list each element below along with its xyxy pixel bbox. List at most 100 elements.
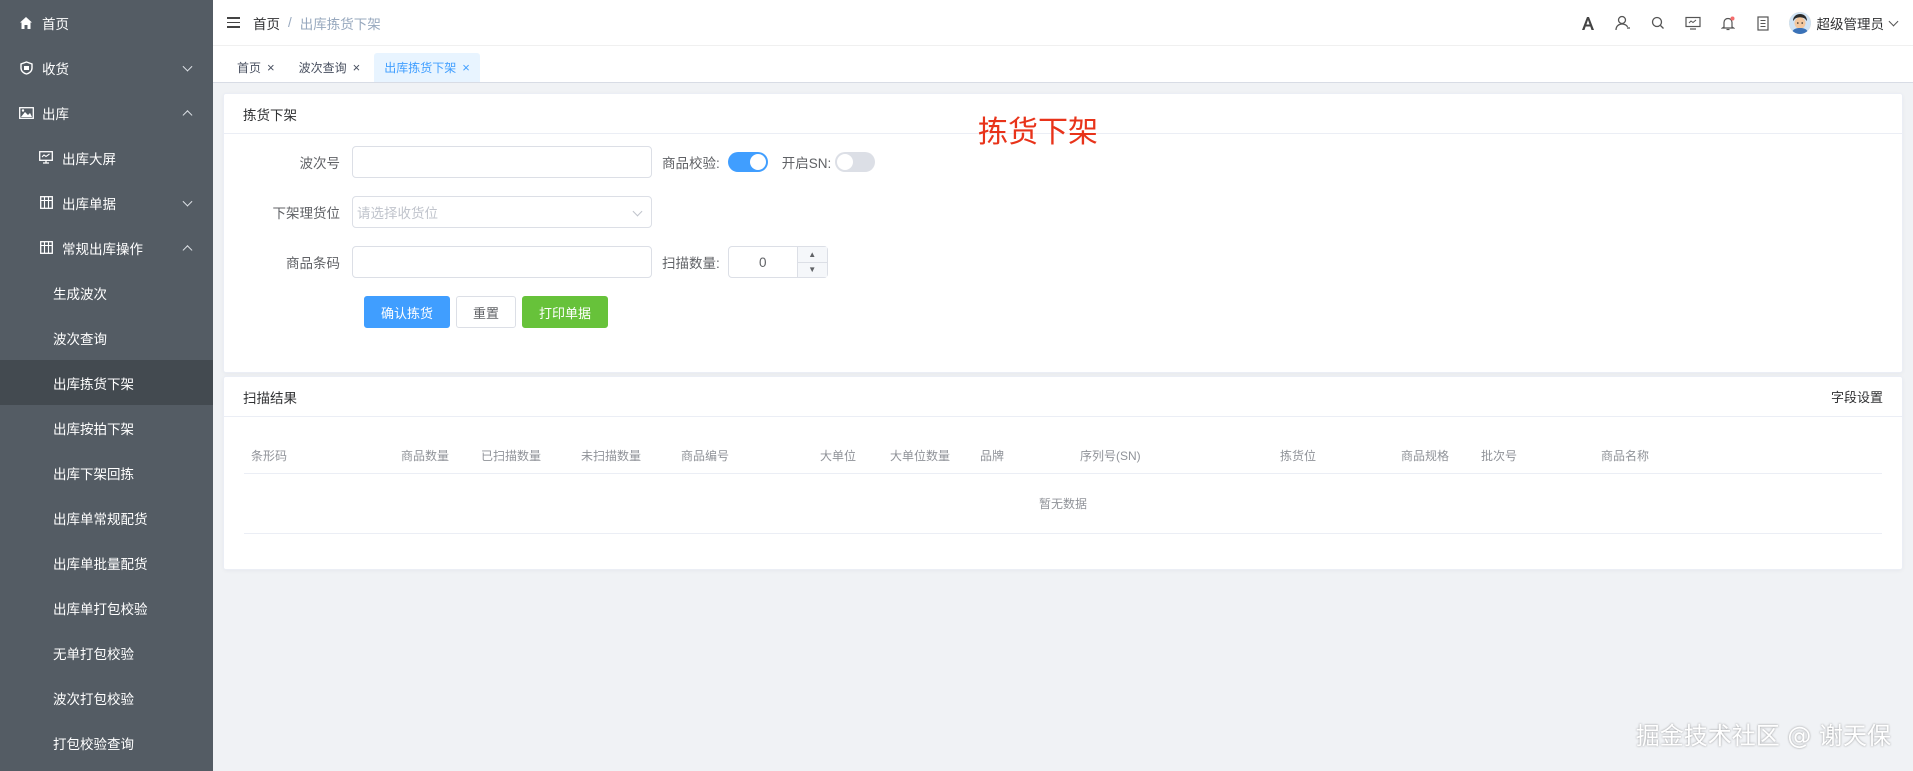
sidebar-item-label: 出库 (42, 106, 69, 122)
location-row: 下架理货位 请选择收货位 (224, 196, 652, 228)
barcode-label: 商品条码 (286, 256, 340, 271)
column-header[interactable]: 大单位数量 (890, 447, 950, 464)
location-label: 下架理货位 (272, 206, 341, 221)
sidebar-item-outbound-screen[interactable]: 出库大屏 (0, 135, 213, 180)
sidebar: 首页 收货 出库 出库大屏 出库单据 常规出库操作 生成波次 波次查询 出库拣货… (0, 0, 213, 771)
sidebar-item-pack-check[interactable]: 出库单打包校验 (0, 585, 213, 630)
picking-form-card: 拣货下架 拣货下架 波次号 商品校验: 开启SN: 下架理货位 请选择收货位 商… (223, 93, 1903, 373)
column-header[interactable]: 批次号 (1481, 447, 1517, 464)
sn-switch[interactable] (835, 152, 876, 172)
column-header[interactable]: 拣货位 (1280, 447, 1316, 464)
column-header[interactable]: 条形码 (251, 447, 287, 464)
breadcrumb-home[interactable]: 首页 (253, 13, 280, 33)
column-header[interactable]: 商品名称 (1601, 447, 1649, 464)
close-icon[interactable]: × (462, 61, 470, 74)
bell-icon[interactable] (1711, 0, 1746, 46)
sidebar-item-label: 出库单打包校验 (53, 601, 148, 617)
column-header[interactable]: 商品编号 (681, 447, 729, 464)
sidebar-item-label: 无单打包校验 (53, 646, 134, 662)
avatar[interactable] (1788, 12, 1811, 34)
result-table: 条形码 商品数量 已扫描数量 未扫描数量 商品编号 大单位 大单位数量 品牌 序… (244, 434, 1882, 534)
column-header[interactable]: 商品规格 (1401, 447, 1449, 464)
username[interactable]: 超级管理员 (1817, 13, 1885, 33)
sidebar-item-pack-check-query[interactable]: 打包校验查询 (0, 720, 213, 765)
card-title: 扫描结果 (243, 390, 297, 406)
header-toolbar: 超级管理员 (1571, 0, 1899, 46)
monitor-icon (38, 150, 54, 166)
chevron-down-icon (182, 61, 193, 72)
sidebar-item-home[interactable]: 首页 (0, 0, 213, 45)
sidebar-item-generate-wave[interactable]: 生成波次 (0, 270, 213, 315)
user-icon[interactable] (1606, 0, 1641, 46)
table-icon (38, 240, 54, 256)
reset-button[interactable]: 重置 (456, 296, 517, 328)
sidebar-item-regular-allocation[interactable]: 出库单常规配货 (0, 495, 213, 540)
increase-icon[interactable]: ▲ (797, 247, 827, 263)
close-icon[interactable]: × (353, 61, 361, 74)
document-icon[interactable] (1746, 0, 1781, 46)
sidebar-item-label: 出库按拍下架 (53, 421, 134, 437)
chevron-down-icon (182, 196, 193, 207)
picture-icon (18, 105, 34, 121)
chevron-up-icon (182, 109, 193, 120)
shield-icon (18, 60, 34, 76)
tag-home[interactable]: 首页 × (227, 53, 285, 82)
decrease-icon[interactable]: ▼ (798, 263, 827, 278)
screen-icon[interactable] (1676, 0, 1711, 46)
sidebar-item-outbound-docs[interactable]: 出库单据 (0, 180, 213, 225)
chevron-up-icon (182, 244, 193, 255)
sidebar-item-wave-query[interactable]: 波次查询 (0, 315, 213, 360)
close-icon[interactable]: × (267, 61, 275, 74)
hamburger-icon[interactable] (227, 17, 240, 28)
barcode-input[interactable] (352, 246, 652, 278)
sidebar-item-regular-ops[interactable]: 常规出库操作 (0, 225, 213, 270)
barcode-row: 商品条码 扫描数量: 0 ▲ ▼ (224, 246, 828, 278)
breadcrumb-current: 出库拣货下架 (299, 16, 381, 32)
breadcrumb-separator: / (288, 15, 292, 30)
sidebar-item-receiving[interactable]: 收货 (0, 45, 213, 90)
table-icon (38, 195, 54, 211)
sidebar-item-wave-pack-check[interactable]: 波次打包校验 (0, 675, 213, 720)
print-button[interactable]: 打印单据 (522, 296, 609, 328)
sidebar-item-label: 出库单批量配货 (53, 556, 148, 572)
sidebar-item-pallet-shelf[interactable]: 出库按拍下架 (0, 405, 213, 450)
tag-label: 出库拣货下架 (384, 61, 457, 75)
field-settings-link[interactable]: 字段设置 (1831, 387, 1883, 406)
column-header[interactable]: 大单位 (820, 447, 856, 464)
tag-label: 波次查询 (298, 61, 347, 75)
home-icon (18, 15, 34, 31)
sidebar-item-label: 收货 (42, 61, 69, 77)
sidebar-item-picking-shelf[interactable]: 出库拣货下架 (0, 360, 213, 405)
scan-qty-stepper[interactable]: 0 ▲ ▼ (727, 246, 828, 278)
sidebar-item-label: 出库下架回拣 (53, 466, 134, 482)
column-header[interactable]: 商品数量 (401, 447, 449, 464)
font-size-icon[interactable] (1571, 0, 1606, 46)
tag-wave-query[interactable]: 波次查询 × (289, 53, 371, 82)
chevron-down-icon[interactable] (1888, 16, 1899, 26)
goods-check-switch[interactable] (727, 152, 768, 172)
sn-switch-label: 开启SN: (781, 156, 832, 171)
location-select[interactable]: 请选择收货位 (352, 196, 652, 228)
sidebar-item-label: 生成波次 (53, 286, 107, 302)
sidebar-item-outbound[interactable]: 出库 (0, 90, 213, 135)
confirm-picking-button[interactable]: 确认拣货 (364, 296, 451, 328)
sidebar-item-batch-allocation[interactable]: 出库单批量配货 (0, 540, 213, 585)
sidebar-item-label: 出库拣货下架 (53, 376, 134, 392)
goods-check-label: 商品校验: (662, 156, 720, 171)
scan-qty-label: 扫描数量: (662, 256, 720, 271)
sidebar-item-label: 波次打包校验 (53, 691, 134, 707)
tag-picking-shelf[interactable]: 出库拣货下架 × (374, 53, 480, 82)
search-icon[interactable] (1641, 0, 1676, 46)
sidebar-item-shelf-return[interactable]: 出库下架回拣 (0, 450, 213, 495)
tags-view: 首页 × 波次查询 × 出库拣货下架 × (213, 46, 1913, 83)
sidebar-item-no-doc-pack-check[interactable]: 无单打包校验 (0, 630, 213, 675)
wave-no-label: 波次号 (299, 156, 341, 171)
wave-no-input[interactable] (352, 146, 652, 178)
column-header[interactable]: 已扫描数量 (481, 447, 541, 464)
sidebar-item-label: 出库单常规配货 (53, 511, 148, 527)
column-header[interactable]: 序列号(SN) (1080, 447, 1141, 464)
column-header[interactable]: 品牌 (980, 447, 1004, 464)
sidebar-item-label: 波次查询 (53, 331, 107, 347)
column-header[interactable]: 未扫描数量 (581, 447, 641, 464)
sidebar-item-label: 首页 (42, 16, 69, 32)
